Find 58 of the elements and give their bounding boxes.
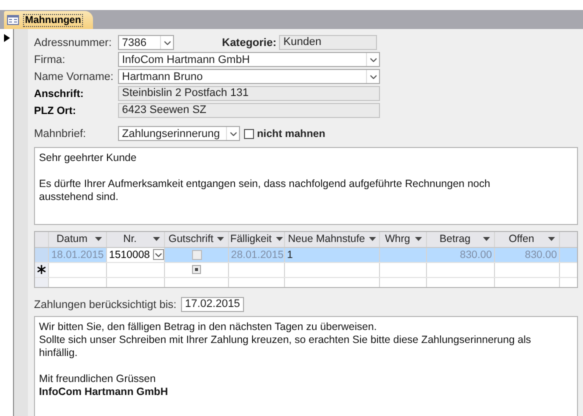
address-number-combo[interactable]: 7386 <box>118 35 174 50</box>
field-label: Zahlungen berücksichtigt bis: <box>34 298 178 310</box>
form-tab[interactable]: Mahnungen <box>4 11 94 29</box>
table-cell: 1 <box>285 248 380 262</box>
column-header[interactable]: Betrag <box>427 232 495 247</box>
category-field: Kunden <box>279 35 378 50</box>
paragraph: Sehr geehrter Kunde <box>39 152 138 165</box>
field-label: Anschrift: <box>34 88 85 100</box>
sort-caret-icon <box>217 237 224 242</box>
caret-icon <box>370 58 376 62</box>
column-header[interactable]: Nr. <box>107 232 165 247</box>
field-label: Mahnbrief: <box>34 128 87 140</box>
closing-text-box[interactable] <box>34 316 578 416</box>
paragraph: Wir bitten Sie, den fälligen Betrag in den nächsten Tagen zu überweisen. Sollte sich unser Schreiben mit Ihrer Zahlung kreuzen, so erachten Sie bitte diese Zahlungserinnerung als hinfällig. <box>39 321 532 360</box>
default-checkbox-icon <box>192 265 201 274</box>
field-label: PLZ Ort: <box>34 104 77 116</box>
paragraph: Mit freundlichen Grüssen InfoCom Hartmann GmbH <box>39 373 169 399</box>
letter-type-combo[interactable]: Zahlungserinnerung <box>118 126 240 141</box>
table-cell: 830.00 <box>495 248 560 262</box>
combo-field[interactable]: Hartmann Bruno <box>118 69 380 84</box>
caret-icon <box>155 252 162 257</box>
sort-caret-icon <box>153 237 160 242</box>
sort-caret-icon <box>415 237 422 242</box>
table-cell: 830.00 <box>427 248 495 262</box>
combo-field[interactable]: InfoCom Hartmann GmbH <box>118 52 380 67</box>
sort-caret-icon <box>483 237 490 242</box>
readonly-field: 6423 Seewen SZ <box>118 103 380 118</box>
field-label: Adressnummer: <box>34 36 113 48</box>
dropdown-button[interactable] <box>153 249 164 260</box>
field-label: Firma: <box>34 54 66 66</box>
field-label: Name Vorname: <box>34 70 114 82</box>
caret-icon <box>164 40 170 44</box>
caret-icon <box>230 132 236 136</box>
checkbox[interactable] <box>244 128 254 138</box>
column-header[interactable]: Fälligkeit <box>229 232 285 247</box>
date-field[interactable]: 17.02.2015 <box>181 297 244 312</box>
table-cell: 28.01.2015 <box>229 248 285 262</box>
column-header[interactable]: Datum <box>49 232 107 247</box>
sort-caret-icon <box>95 237 102 242</box>
column-header[interactable]: Offen <box>495 232 560 247</box>
paragraph: Es dürfte Ihrer Aufmerksamkeit entgangen sein, dass nachfolgend aufgeführte Rechnungen noch ausstehend sind. <box>39 178 492 204</box>
new-record-icon <box>37 265 46 274</box>
sort-caret-icon <box>548 237 555 242</box>
checkbox[interactable] <box>192 250 202 260</box>
sort-caret-icon <box>369 237 376 242</box>
row-selector[interactable] <box>35 262 49 277</box>
letter-text-box[interactable]: Sehr geehrter Kunde Es dürfte Ihrer Aufmerksamkeit entgangen sein, dass nachfolgend aufgeführte Rechnungen noch ausstehend sind. <box>34 147 578 225</box>
column-header[interactable]: Whrg <box>380 232 427 247</box>
readonly-field: Steinbislin 2 Postfach 131 <box>118 86 380 101</box>
current-record-icon <box>4 34 10 42</box>
column-header[interactable]: Gutschrift <box>165 232 229 247</box>
sort-caret-icon <box>276 237 283 242</box>
column-header[interactable]: Neue Mahnstufe <box>285 232 380 247</box>
checkbox-label: nicht mahnen <box>257 128 326 140</box>
form-icon <box>7 15 19 25</box>
caret-icon <box>370 74 376 78</box>
field-label: Kategorie: <box>222 36 276 48</box>
number-combo[interactable]: 1510008 <box>107 248 165 262</box>
